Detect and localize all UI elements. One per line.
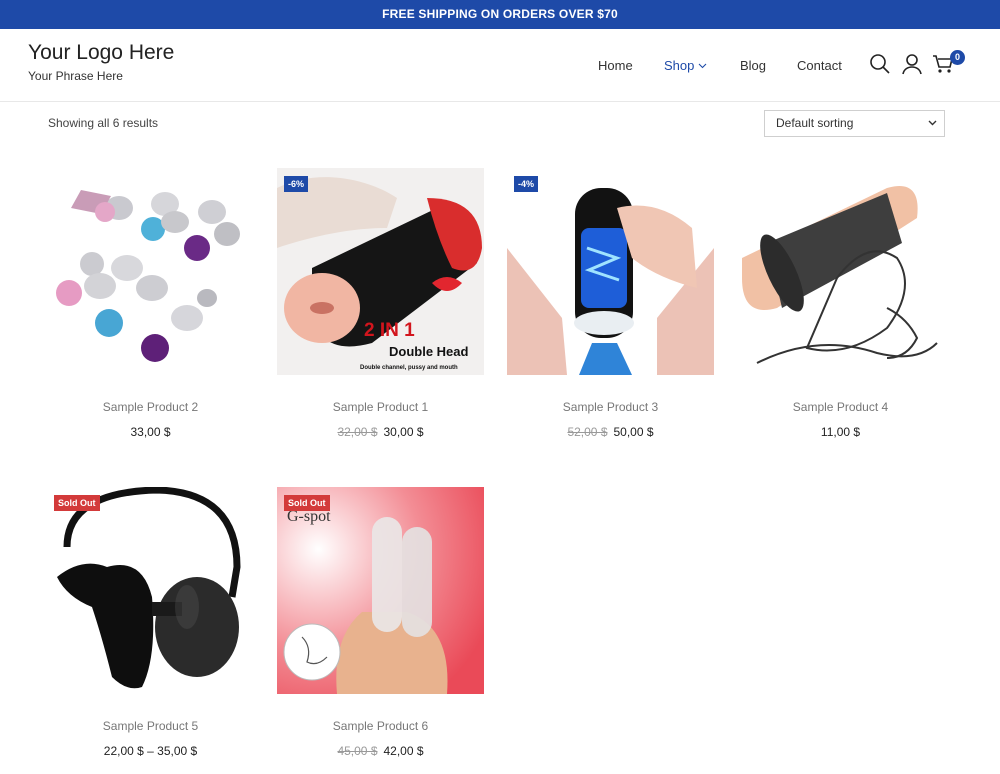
product-card[interactable]: G-spot Sold Out Sample Product 6 45,00 $… [277, 487, 484, 767]
sort-select[interactable]: Default sorting [764, 110, 945, 137]
product-name[interactable]: Sample Product 5 [47, 719, 254, 733]
current-price: 22,00 $ – 35,00 $ [103, 744, 198, 758]
announcement-bar: FREE SHIPPING ON ORDERS OVER $70 [0, 0, 1000, 29]
nav-shop-label: Shop [664, 58, 695, 73]
sort-selected: Default sorting [776, 116, 854, 130]
sold-out-badge: Sold Out [284, 495, 330, 511]
site-header: Your Logo Here Your Phrase Here Home Sho… [0, 29, 1000, 102]
product-card[interactable]: -4% Sample Product 3 52,00 $ 50,00 $ [507, 168, 714, 448]
product-name[interactable]: Sample Product 4 [737, 400, 944, 414]
image-text-line2: Double Head [389, 344, 469, 359]
product-price: 32,00 $ 30,00 $ [277, 425, 484, 439]
product-card[interactable]: Sold Out Sample Product 5 22,00 $ – 35,0… [47, 487, 254, 767]
user-icon[interactable] [901, 53, 923, 75]
chevron-down-icon [698, 63, 707, 69]
product-price: 11,00 $ [737, 425, 944, 439]
product-image[interactable]: G-spot [277, 487, 484, 694]
product-name[interactable]: Sample Product 2 [47, 400, 254, 414]
product-image[interactable] [737, 168, 944, 375]
site-logo[interactable]: Your Logo Here [28, 41, 174, 65]
nav-contact[interactable]: Contact [797, 58, 842, 73]
chevron-down-icon [928, 120, 937, 126]
original-price: 45,00 $ [337, 744, 378, 758]
product-card[interactable]: Sample Product 2 33,00 $ [47, 168, 254, 448]
product-card[interactable]: 2 IN 1 Double Head Double channel, pussy… [277, 168, 484, 448]
site-tagline: Your Phrase Here [28, 69, 123, 83]
current-price: 42,00 $ [383, 744, 424, 758]
current-price: 30,00 $ [383, 425, 424, 439]
current-price: 50,00 $ [613, 425, 654, 439]
product-name[interactable]: Sample Product 6 [277, 719, 484, 733]
result-count: Showing all 6 results [48, 116, 159, 130]
product-name[interactable]: Sample Product 3 [507, 400, 714, 414]
search-icon[interactable] [869, 53, 891, 75]
product-price: 52,00 $ 50,00 $ [507, 425, 714, 439]
product-name[interactable]: Sample Product 1 [277, 400, 484, 414]
current-price: 33,00 $ [130, 425, 171, 439]
product-price: 45,00 $ 42,00 $ [277, 744, 484, 758]
product-image[interactable] [47, 487, 254, 694]
sale-badge: -4% [514, 176, 539, 192]
original-price: 52,00 $ [567, 425, 608, 439]
product-image[interactable]: 2 IN 1 Double Head Double channel, pussy… [277, 168, 484, 375]
nav-home[interactable]: Home [598, 58, 633, 73]
product-image[interactable] [47, 168, 254, 375]
nav-blog[interactable]: Blog [740, 58, 766, 73]
cart-count-badge: 0 [950, 50, 965, 65]
current-price: 11,00 $ [820, 425, 861, 439]
product-card[interactable]: Sample Product 4 11,00 $ [737, 168, 944, 448]
sale-badge: -6% [284, 176, 309, 192]
sold-out-badge: Sold Out [54, 495, 100, 511]
product-price: 33,00 $ [47, 425, 254, 439]
image-text-line3: Double channel, pussy and mouth [360, 365, 458, 371]
product-image[interactable] [507, 168, 714, 375]
image-text-line1: 2 IN 1 [364, 320, 415, 341]
original-price: 32,00 $ [337, 425, 378, 439]
nav-shop[interactable]: Shop [664, 58, 707, 73]
product-price: 22,00 $ – 35,00 $ [47, 744, 254, 758]
